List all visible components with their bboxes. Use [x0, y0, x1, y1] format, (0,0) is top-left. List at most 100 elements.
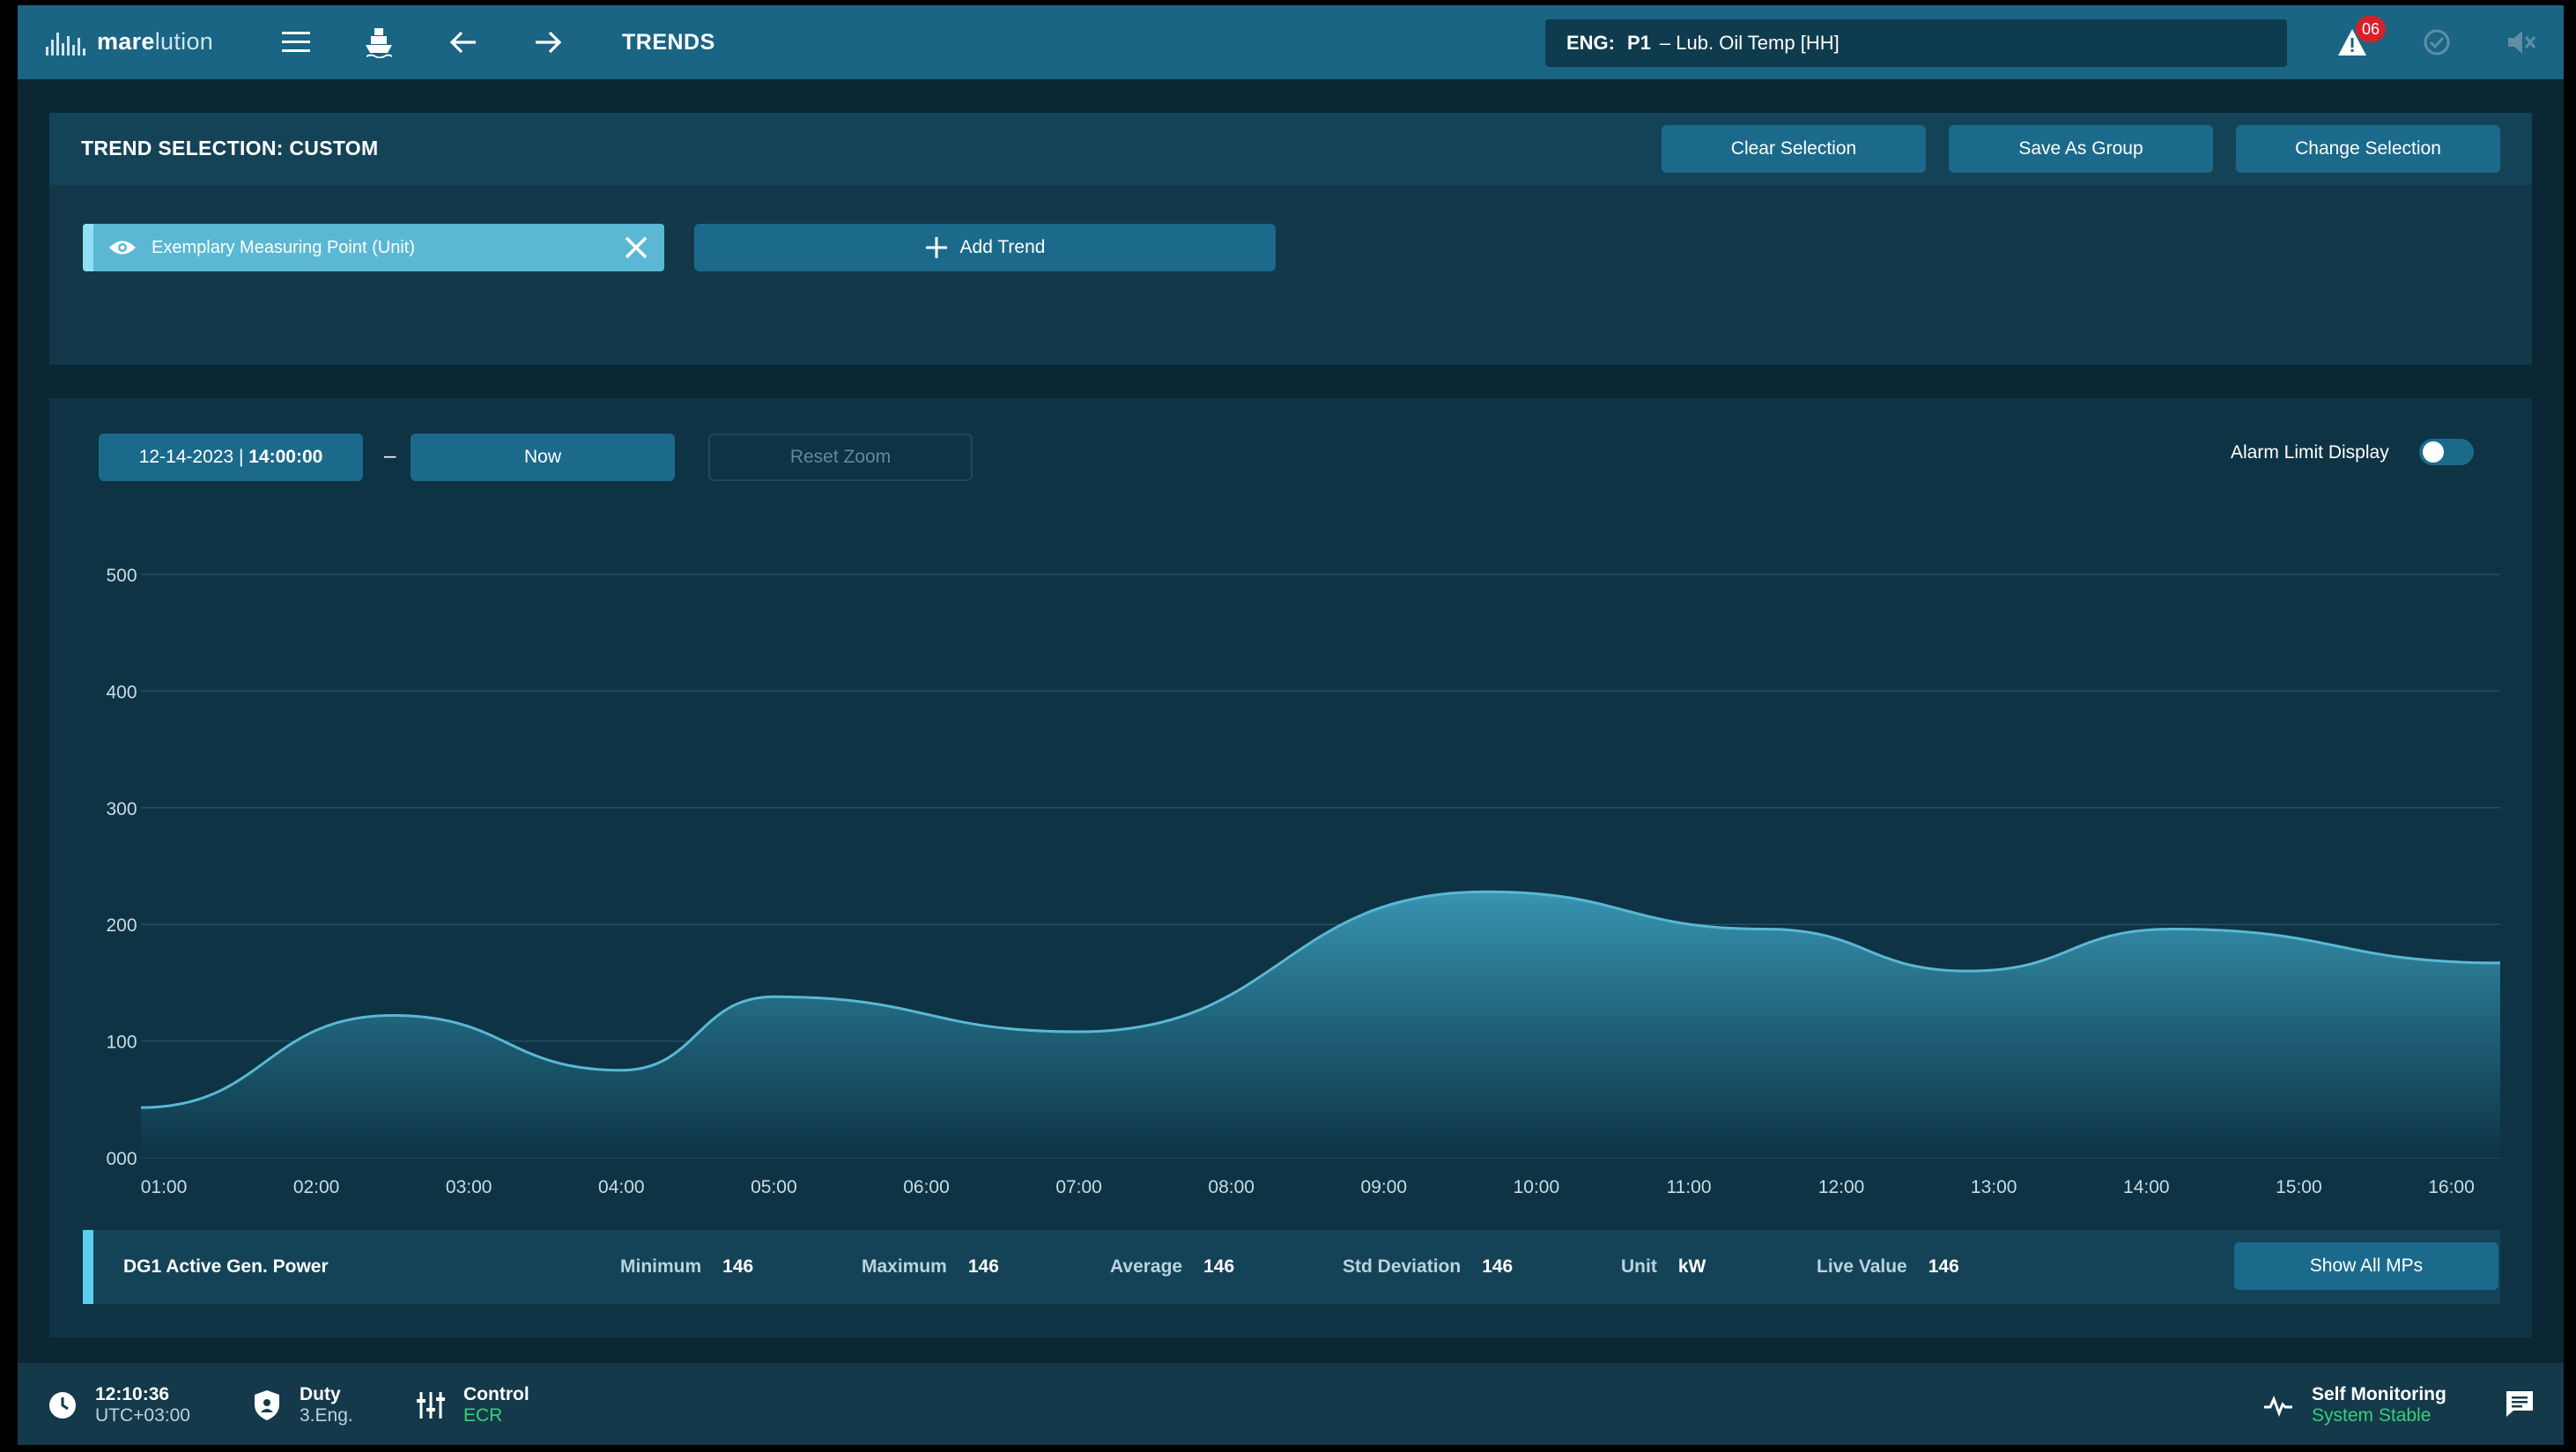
- eye-icon[interactable]: [107, 238, 137, 257]
- change-selection-button[interactable]: Change Selection: [2236, 125, 2500, 173]
- duty-label: Duty: [300, 1384, 341, 1404]
- control-value: ECR: [463, 1405, 503, 1426]
- status-bar: 12:10:36 UTC+03:00 Duty 3.Eng. Control ECR …: [18, 1363, 2564, 1445]
- logo-mark-icon: [46, 32, 85, 56]
- app-window: marelution TRENDS ENG: P1 – Lub. Oil Tem…: [18, 5, 2564, 1445]
- unit-label: Unit: [1621, 1256, 1657, 1277]
- clock-icon: [49, 1392, 76, 1419]
- brand-logo: marelution: [46, 28, 213, 56]
- close-icon[interactable]: [624, 235, 648, 260]
- page-title: TRENDS: [622, 30, 715, 55]
- brand-name-rest: lution: [154, 28, 214, 55]
- y-tick-label: 100: [106, 1033, 137, 1053]
- duty-status[interactable]: Duty 3.Eng.: [252, 1384, 353, 1426]
- show-all-mps-button[interactable]: Show All MPs: [2234, 1242, 2498, 1290]
- acknowledge-icon[interactable]: [2417, 23, 2456, 62]
- mute-icon[interactable]: [2502, 23, 2541, 62]
- trend-chip[interactable]: Exemplary Measuring Point (Unit): [83, 224, 664, 271]
- sliders-icon: [417, 1392, 445, 1419]
- x-tick-label: 03:00: [446, 1177, 492, 1197]
- clock-time: 12:10:36: [95, 1384, 170, 1404]
- avg-value: 146: [1203, 1256, 1235, 1277]
- alarm-point: P1: [1627, 32, 1651, 54]
- trend-selection-title: TREND SELECTION: CUSTOM: [81, 137, 379, 159]
- max-label: Maximum: [862, 1256, 947, 1277]
- max-value: 146: [967, 1256, 999, 1277]
- trend-chart[interactable]: 000 100 200 300 400 500 01:00 02:00 03:00 04:00 0…: [49, 504, 2532, 1218]
- mp-name: DG1 Active Gen. Power: [123, 1256, 329, 1277]
- alarm-key: ENG:: [1566, 32, 1615, 54]
- x-tick-label: 12:00: [1818, 1177, 1865, 1197]
- y-tick-label: 300: [106, 799, 137, 819]
- y-tick-label: 400: [106, 682, 137, 702]
- stats-accent: [83, 1230, 93, 1304]
- x-tick-label: 10:00: [1514, 1177, 1560, 1197]
- alarm-count-badge: 06: [2356, 16, 2386, 42]
- live-value: 146: [1928, 1256, 1959, 1277]
- duty-value: 3.Eng.: [300, 1405, 353, 1426]
- y-tick-label: 000: [106, 1149, 137, 1169]
- x-tick-label: 09:00: [1361, 1177, 1408, 1197]
- trend-selection-panel: TREND SELECTION: CUSTOM Clear Selection …: [49, 113, 2532, 365]
- active-alarm-bar[interactable]: ENG: P1 – Lub. Oil Temp [HH]: [1545, 19, 2287, 67]
- toggle-knob: [2423, 441, 2444, 463]
- range-dash: –: [384, 444, 396, 468]
- pulse-icon: [2264, 1396, 2292, 1418]
- std-value: 146: [1482, 1256, 1514, 1277]
- x-tick-label: 04:00: [598, 1177, 645, 1197]
- end-date-button[interactable]: Now: [411, 433, 675, 481]
- brand-name-bold: mare: [97, 28, 155, 55]
- x-tick-label: 08:00: [1208, 1177, 1255, 1197]
- monitor-value: System Stable: [2312, 1405, 2432, 1426]
- avg-label: Average: [1110, 1256, 1183, 1277]
- clear-selection-button[interactable]: Clear Selection: [1662, 125, 1926, 173]
- self-monitoring-status[interactable]: Self Monitoring System Stable: [2262, 1384, 2446, 1426]
- chip-accent: [83, 224, 93, 271]
- alarm-limit-toggle[interactable]: [2419, 439, 2474, 465]
- clock-timezone: UTC+03:00: [95, 1405, 190, 1426]
- std-label: Std Deviation: [1343, 1256, 1462, 1277]
- x-tick-label: 16:00: [2428, 1177, 2475, 1197]
- unit-value: kW: [1677, 1256, 1706, 1277]
- x-tick-label: 14:00: [2123, 1177, 2170, 1197]
- x-tick-label: 01:00: [141, 1177, 188, 1197]
- menu-icon[interactable]: [277, 23, 315, 62]
- trend-selection-header: TREND SELECTION: CUSTOM Clear Selection …: [49, 113, 2532, 185]
- x-tick-label: 11:00: [1667, 1177, 1712, 1197]
- x-tick-label: 05:00: [751, 1177, 797, 1197]
- monitor-label: Self Monitoring: [2312, 1384, 2446, 1404]
- measuring-point-stats-row[interactable]: DG1 Active Gen. Power Minimum 146 Maximum…: [83, 1230, 2500, 1304]
- add-trend-button[interactable]: Add Trend: [694, 224, 1276, 271]
- y-tick-label: 500: [106, 566, 137, 586]
- chat-icon[interactable]: [2500, 1384, 2539, 1423]
- trend-chart-panel: 12-14-2023 | 14:00:00 – Now Reset Zoom A…: [49, 398, 2532, 1337]
- ship-icon[interactable]: [359, 23, 398, 62]
- save-as-group-button[interactable]: Save As Group: [1949, 125, 2213, 173]
- min-label: Minimum: [620, 1256, 702, 1277]
- top-bar: marelution TRENDS ENG: P1 – Lub. Oil Tem…: [18, 5, 2564, 79]
- start-time: 14:00:00: [248, 447, 323, 467]
- reset-zoom-button[interactable]: Reset Zoom: [708, 433, 973, 481]
- live-label: Live Value: [1817, 1256, 1907, 1277]
- shield-icon: [255, 1390, 279, 1420]
- min-value: 146: [722, 1256, 754, 1277]
- start-date: 12-14-2023 |: [138, 447, 244, 467]
- alarm-limit-label: Alarm Limit Display: [2231, 442, 2389, 463]
- trend-area: [141, 892, 2500, 1158]
- start-date-button[interactable]: 12-14-2023 | 14:00:00: [99, 433, 363, 481]
- y-tick-label: 200: [106, 915, 137, 936]
- x-tick-label: 06:00: [903, 1177, 950, 1197]
- back-arrow-icon[interactable]: [444, 23, 483, 62]
- alarm-text: – Lub. Oil Temp [HH]: [1659, 32, 1839, 54]
- x-tick-label: 15:00: [2276, 1177, 2322, 1197]
- x-tick-label: 07:00: [1055, 1177, 1102, 1197]
- add-trend-label: Add Trend: [959, 237, 1046, 257]
- control-status[interactable]: Control ECR: [416, 1384, 529, 1426]
- trend-chip-label: Exemplary Measuring Point (Unit): [152, 237, 415, 257]
- plus-icon: [925, 237, 947, 258]
- x-tick-label: 02:00: [293, 1177, 340, 1197]
- control-label: Control: [463, 1384, 529, 1404]
- forward-arrow-icon[interactable]: [529, 23, 567, 62]
- x-tick-label: 13:00: [1971, 1177, 2017, 1197]
- clock: 12:10:36 UTC+03:00: [48, 1384, 190, 1426]
